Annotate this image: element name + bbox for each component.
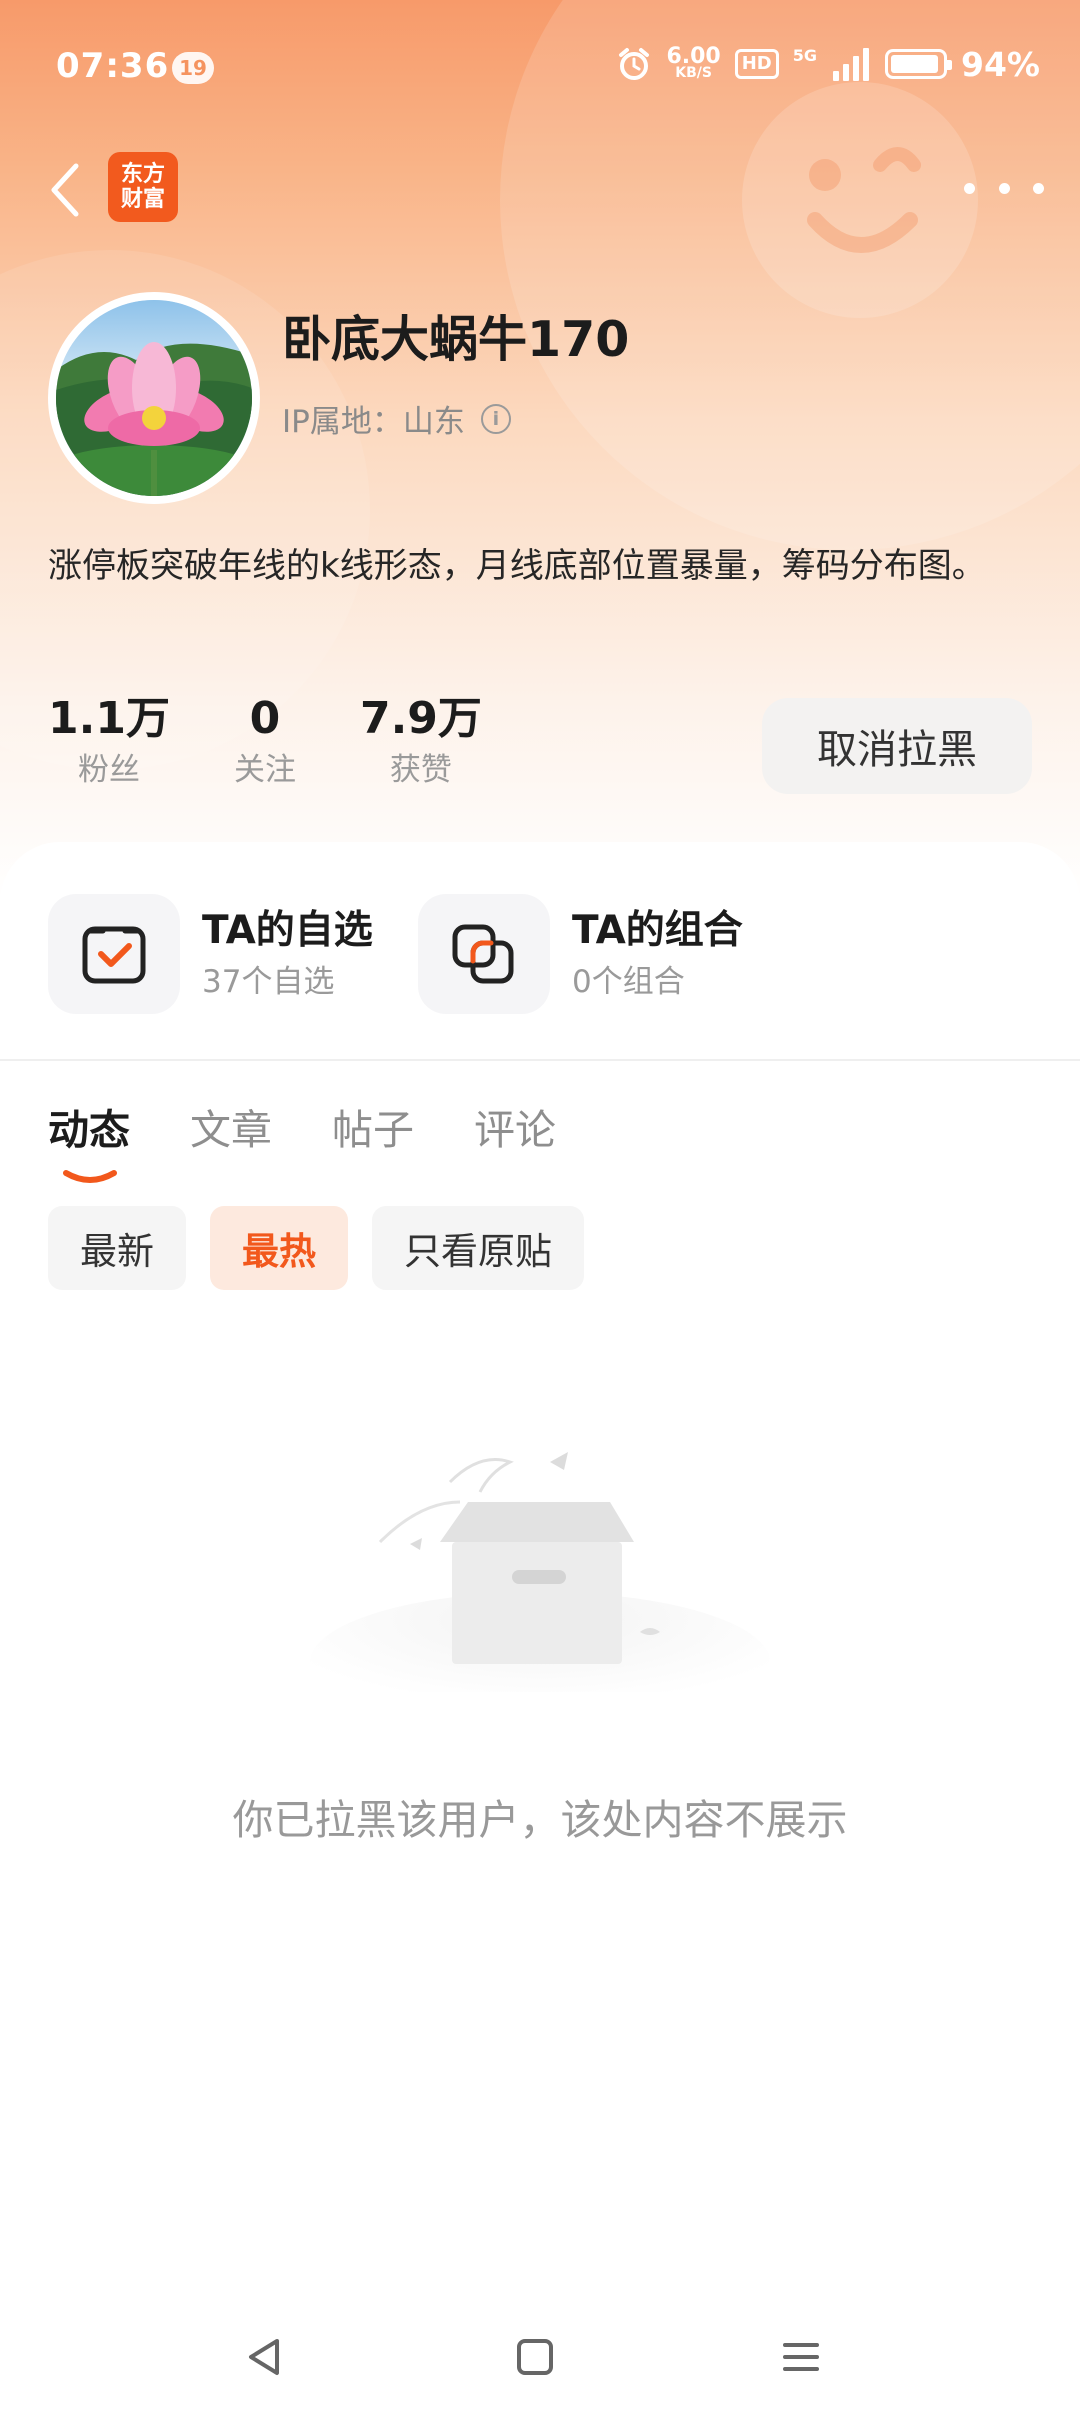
- triangle-back-icon: [249, 2339, 279, 2375]
- stat-following[interactable]: 0 关注: [234, 690, 296, 792]
- portfolio-title: TA的组合: [572, 908, 743, 953]
- tab-posts[interactable]: 帖子: [332, 1087, 414, 1173]
- portfolio-icon-box: [418, 894, 550, 1014]
- status-time: 07:36: [56, 46, 170, 86]
- more-options-button[interactable]: [964, 168, 1044, 208]
- lotus-avatar-image: [56, 300, 252, 496]
- content-tabs: 动态 文章 帖子 评论: [48, 1087, 556, 1183]
- tab-label: 文章: [190, 1106, 272, 1154]
- system-navigation-bar: [0, 2300, 1080, 2412]
- ip-location: IP属地：山东 i: [282, 396, 511, 441]
- square-home-icon: [517, 2339, 553, 2375]
- more-dots-icon: [1033, 182, 1044, 194]
- more-dots-icon: [964, 182, 975, 194]
- stat-label: 粉丝: [77, 752, 140, 788]
- app-logo[interactable]: 东方 财富: [108, 152, 178, 222]
- watchlist-icon-box: [48, 894, 180, 1014]
- app-logo-line2: 财富: [120, 187, 165, 212]
- battery-level: [891, 55, 938, 73]
- status-indicators: 6.00 KB/S HD 5G 94%: [616, 44, 1040, 84]
- back-arrow-icon: [51, 163, 79, 217]
- filter-hottest[interactable]: 最热: [210, 1206, 348, 1290]
- hd-icon: HD: [734, 49, 779, 79]
- watchlist-text: TA的自选 37个自选: [202, 903, 373, 1005]
- watchlist-title: TA的自选: [202, 908, 373, 953]
- filter-original-only[interactable]: 只看原贴: [372, 1206, 584, 1290]
- app-logo-line1: 东方: [120, 162, 165, 187]
- profile-stats: 1.1万 粉丝 0 关注 7.9万 获赞: [48, 690, 546, 792]
- stat-value: 1.1万: [48, 693, 170, 744]
- system-back-button[interactable]: [230, 2322, 300, 2392]
- network-speed: 6.00 KB/S: [666, 46, 720, 81]
- status-bar: 07:36 19 6.00 KB/S HD 5G 94%: [0, 0, 1080, 140]
- stat-followers[interactable]: 1.1万 粉丝: [48, 690, 170, 792]
- divider: [0, 1059, 1080, 1061]
- watchlist-link[interactable]: TA的自选 37个自选: [48, 894, 373, 1014]
- portfolio-icon: [452, 924, 514, 984]
- battery-percent: 94%: [961, 44, 1040, 84]
- empty-box-icon: [310, 1452, 770, 1692]
- watchlist-check-icon: [82, 926, 146, 984]
- stat-likes[interactable]: 7.9万 获赞: [360, 690, 482, 792]
- username: 卧底大蜗牛170: [282, 311, 630, 368]
- network-type: 5G: [792, 46, 817, 65]
- filter-chips: 最新 最热 只看原贴: [48, 1206, 584, 1290]
- ip-location-text: IP属地：山东: [282, 404, 465, 440]
- tab-active-indicator: [63, 1170, 117, 1183]
- tab-articles[interactable]: 文章: [190, 1087, 272, 1173]
- user-bio: 涨停板突破年线的k线形态，月线底部位置暴量，筹码分布图。: [48, 546, 986, 586]
- stat-label: 获赞: [389, 752, 452, 788]
- avatar[interactable]: [48, 292, 260, 504]
- alarm-icon: [619, 48, 650, 80]
- portfolio-link[interactable]: TA的组合 0个组合: [418, 894, 743, 1014]
- stat-value: 7.9万: [359, 693, 482, 744]
- content-card: TA的自选 37个自选 TA的组合 0个组合 动态 文章 帖子 评论 最新 最热…: [0, 842, 1080, 2412]
- system-home-button[interactable]: [500, 2322, 570, 2392]
- tab-label: 评论: [474, 1106, 556, 1154]
- menu-lines-icon: [783, 2343, 819, 2371]
- system-menu-button[interactable]: [766, 2322, 836, 2392]
- portfolio-text: TA的组合 0个组合: [572, 903, 743, 1005]
- stat-label: 关注: [233, 752, 296, 788]
- empty-state-message: 你已拉黑该用户，该处内容不展示: [232, 1796, 848, 1844]
- watchlist-count: 37个自选: [202, 964, 335, 1000]
- tab-activity[interactable]: 动态: [48, 1087, 130, 1183]
- more-dots-icon: [998, 182, 1010, 194]
- tab-label: 动态: [48, 1106, 130, 1154]
- unblock-button[interactable]: 取消拉黑: [762, 698, 1032, 794]
- filter-latest[interactable]: 最新: [48, 1206, 186, 1290]
- notification-badge: 19: [172, 52, 214, 84]
- signal-icon: [833, 48, 869, 81]
- battery-icon: [885, 49, 952, 79]
- tab-comments[interactable]: 评论: [474, 1087, 556, 1173]
- portfolio-count: 0个组合: [572, 964, 685, 1000]
- back-button[interactable]: [40, 150, 90, 230]
- stat-value: 0: [249, 693, 281, 744]
- info-icon[interactable]: i: [480, 403, 511, 434]
- tab-label: 帖子: [332, 1106, 414, 1154]
